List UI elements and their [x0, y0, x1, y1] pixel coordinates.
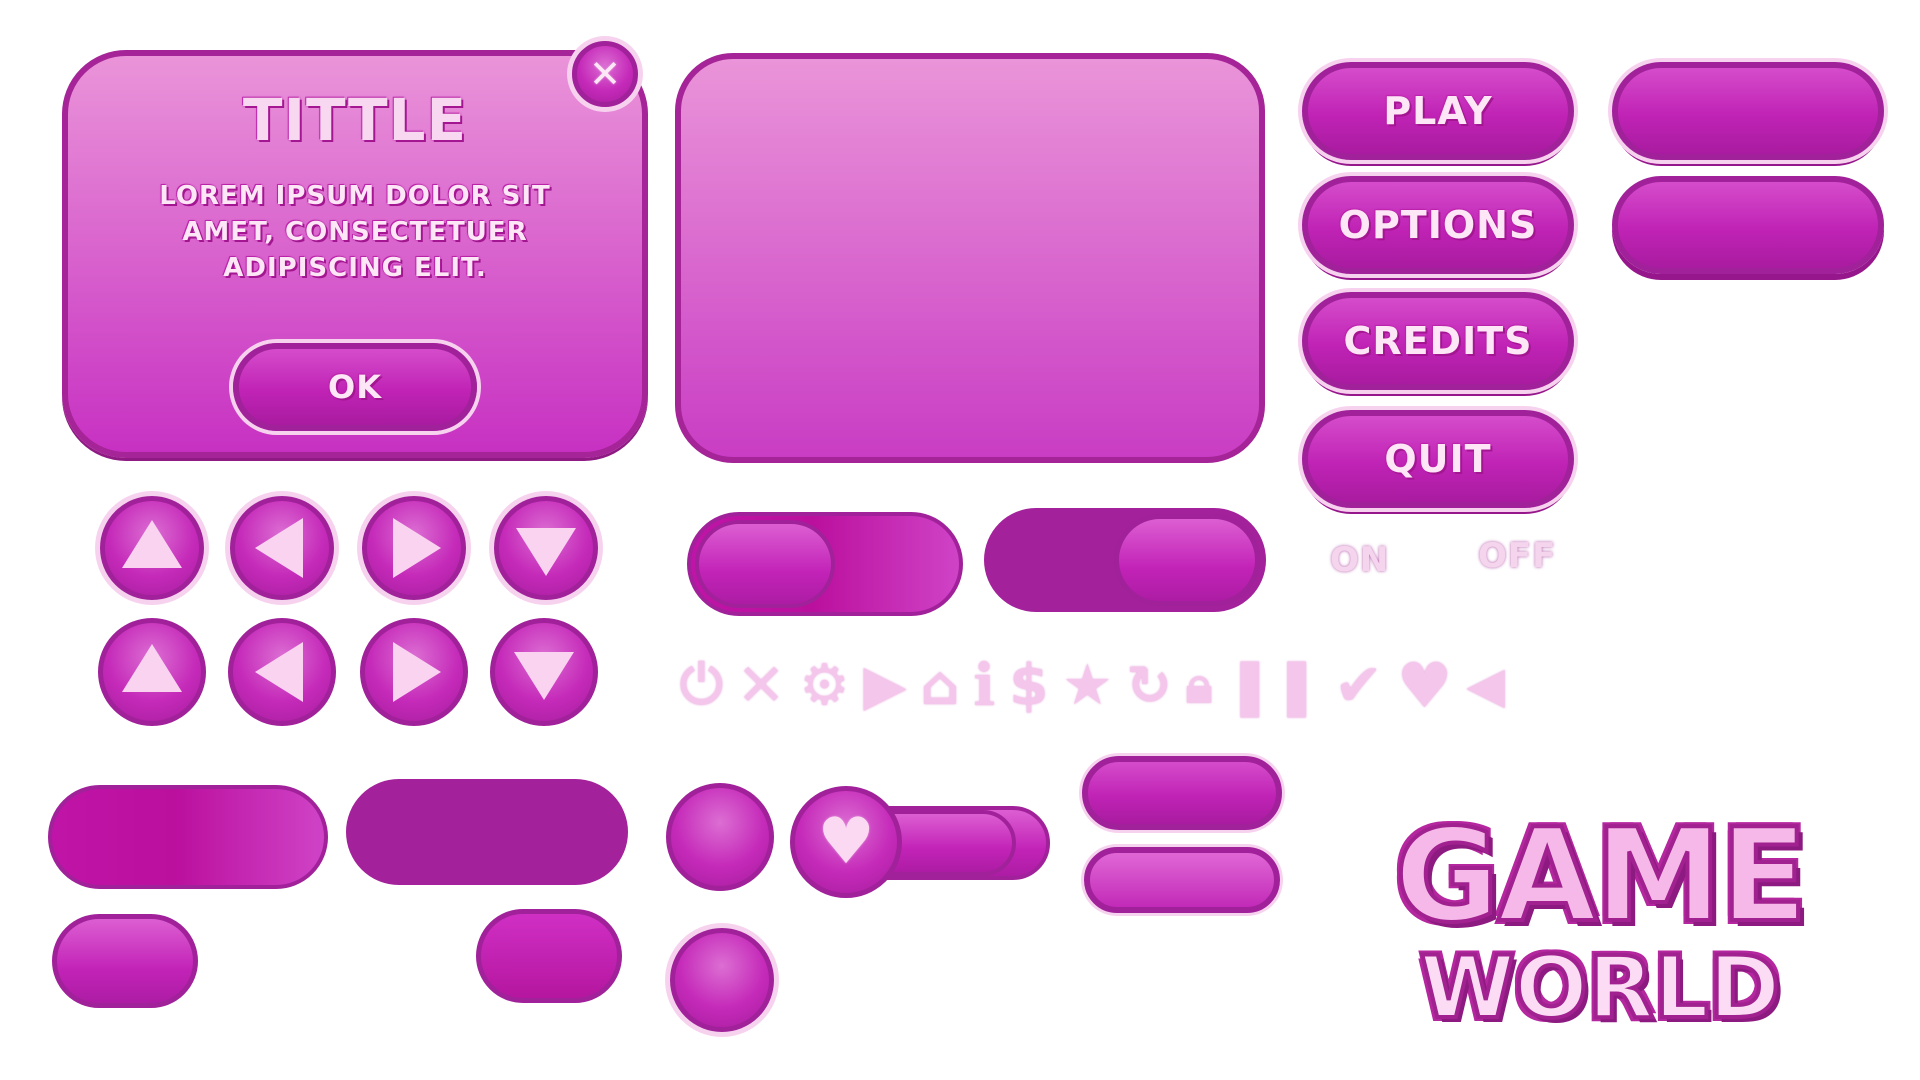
arrow-left-icon: [255, 518, 303, 578]
credits-button[interactable]: CREDITS: [1302, 292, 1574, 390]
credits-button-label: CREDITS: [1343, 319, 1533, 363]
content-panel: [675, 53, 1265, 463]
close-icon: ✕: [589, 52, 621, 96]
bar-dark[interactable]: [346, 779, 628, 885]
speaker-icon[interactable]: ◀: [1466, 656, 1504, 714]
arrow-left-icon: [255, 642, 303, 702]
logo-line1: GAME: [1393, 802, 1810, 951]
arrow-down-icon: [514, 652, 574, 700]
options-button-label: OPTIONS: [1338, 203, 1538, 247]
dialog-body: LOREM IPSUM DOLOR SIT AMET, CONSECTETUER…: [159, 181, 551, 283]
small-button-left[interactable]: [52, 914, 198, 1008]
arrow-right-button-alt[interactable]: [360, 618, 468, 726]
round-button[interactable]: [666, 783, 774, 891]
dollar-icon[interactable]: $: [1009, 653, 1048, 718]
wide-bar-top[interactable]: [1082, 756, 1282, 830]
gear-icon[interactable]: ⚙: [799, 653, 849, 718]
ok-button-label: OK: [328, 368, 382, 406]
arrow-up-icon: [122, 644, 182, 692]
power-icon[interactable]: ⏻: [680, 653, 723, 717]
arrow-up-button-alt[interactable]: [98, 618, 206, 726]
lock-icon[interactable]: 🔒︎: [1186, 656, 1213, 715]
options-button[interactable]: OPTIONS: [1302, 176, 1574, 274]
quit-button-label: QUIT: [1384, 437, 1492, 481]
close-icon[interactable]: ✕: [737, 651, 786, 719]
round-button-light[interactable]: [670, 928, 774, 1032]
on-label: ON: [1330, 540, 1390, 580]
toggle-switch-on[interactable]: [687, 512, 963, 616]
arrow-down-icon: [516, 528, 576, 576]
arrow-right-button[interactable]: [362, 496, 466, 600]
toggle-switch-off[interactable]: [984, 508, 1266, 612]
toggle-knob: [695, 520, 835, 608]
close-button[interactable]: ✕: [572, 41, 638, 107]
arrow-left-button-alt[interactable]: [228, 618, 336, 726]
heart-icon[interactable]: ♥: [1397, 649, 1453, 722]
wide-bar-bottom[interactable]: [1084, 847, 1280, 913]
refresh-icon[interactable]: ↻: [1126, 654, 1171, 717]
blank-button-1[interactable]: [1612, 62, 1884, 160]
arrow-up-button[interactable]: [100, 496, 204, 600]
play-icon[interactable]: ▶: [864, 653, 907, 718]
toggle-knob: [1114, 514, 1260, 606]
arrow-left-button[interactable]: [230, 496, 334, 600]
home-icon[interactable]: ⌂: [921, 654, 960, 717]
ok-button[interactable]: OK: [233, 343, 477, 431]
blank-button-2[interactable]: [1612, 176, 1884, 274]
dialog-title: TITTLE: [242, 86, 468, 154]
play-button-label: PLAY: [1383, 89, 1493, 133]
game-world-logo: GAME WORLD: [1380, 802, 1820, 1048]
check-icon[interactable]: ✔: [1334, 651, 1383, 719]
star-icon[interactable]: ★: [1062, 653, 1112, 718]
pause-icon[interactable]: ❚❚: [1226, 653, 1320, 718]
icon-row: ⏻ ✕ ⚙ ▶ ⌂ i $ ★ ↻ 🔒︎ ❚❚ ✔ ♥ ◀: [680, 649, 1640, 722]
arrow-right-icon: [393, 518, 441, 578]
info-icon[interactable]: i: [973, 651, 995, 719]
quit-button[interactable]: QUIT: [1302, 410, 1574, 508]
off-label: OFF: [1478, 536, 1557, 576]
logo-line2: WORLD: [1418, 938, 1782, 1038]
small-button-right[interactable]: [476, 909, 622, 1003]
arrow-down-button[interactable]: [494, 496, 598, 600]
arrow-down-button-alt[interactable]: [490, 618, 598, 726]
arrow-right-icon: [393, 642, 441, 702]
arrow-up-icon: [122, 520, 182, 568]
play-button[interactable]: PLAY: [1302, 62, 1574, 160]
bar-gradient[interactable]: [48, 785, 328, 889]
heart-icon: ♥: [817, 805, 875, 879]
slider-heart-knob[interactable]: ♥: [790, 786, 902, 898]
